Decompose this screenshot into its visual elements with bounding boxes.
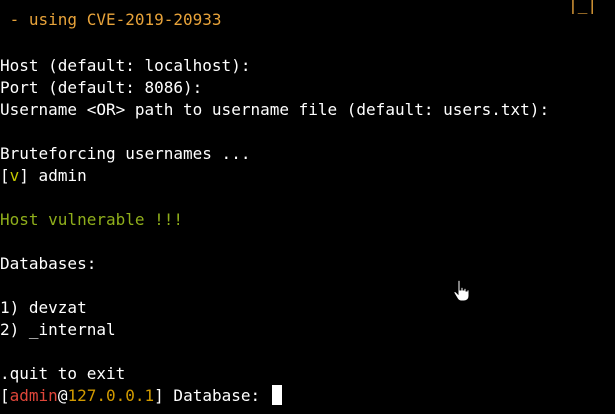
corner-art: |_| bbox=[568, 0, 597, 14]
prompt-bracket-close: ] bbox=[154, 386, 164, 405]
found-user-line: [v] admin bbox=[0, 165, 87, 187]
vulnerable-message: Host vulnerable !!! bbox=[0, 210, 184, 229]
prompt-label: Database: bbox=[163, 386, 270, 405]
found-bracket-open: [ bbox=[0, 166, 10, 185]
shell-prompt[interactable]: [admin@127.0.0.1] Database: bbox=[0, 385, 282, 407]
bruteforcing-status: Bruteforcing usernames ... bbox=[0, 144, 251, 163]
username-prompt: Username <OR> path to username file (def… bbox=[0, 100, 550, 119]
cve-line: - using CVE-2019-20933 bbox=[0, 10, 222, 29]
databases-header: Databases: bbox=[0, 254, 97, 273]
prompt-host: 127.0.0.1 bbox=[67, 386, 155, 405]
prompt-at: @ bbox=[57, 386, 68, 405]
database-item: 2) _internal bbox=[0, 320, 116, 339]
found-mark: v bbox=[9, 166, 20, 185]
found-bracket-close: ] bbox=[19, 166, 29, 185]
port-prompt: Port (default: 8086): bbox=[0, 78, 203, 97]
database-item: 1) devzat bbox=[0, 298, 87, 317]
quit-hint: .quit to exit bbox=[0, 364, 126, 383]
prompt-user: admin bbox=[9, 386, 58, 405]
hand-pointer-icon bbox=[453, 279, 470, 302]
host-prompt: Host (default: localhost): bbox=[0, 56, 251, 75]
prompt-bracket-open: [ bbox=[0, 386, 10, 405]
text-cursor[interactable] bbox=[271, 385, 282, 405]
found-user: admin bbox=[28, 166, 87, 185]
terminal-window[interactable]: |_| - using CVE-2019-20933 Host (default… bbox=[0, 0, 615, 414]
